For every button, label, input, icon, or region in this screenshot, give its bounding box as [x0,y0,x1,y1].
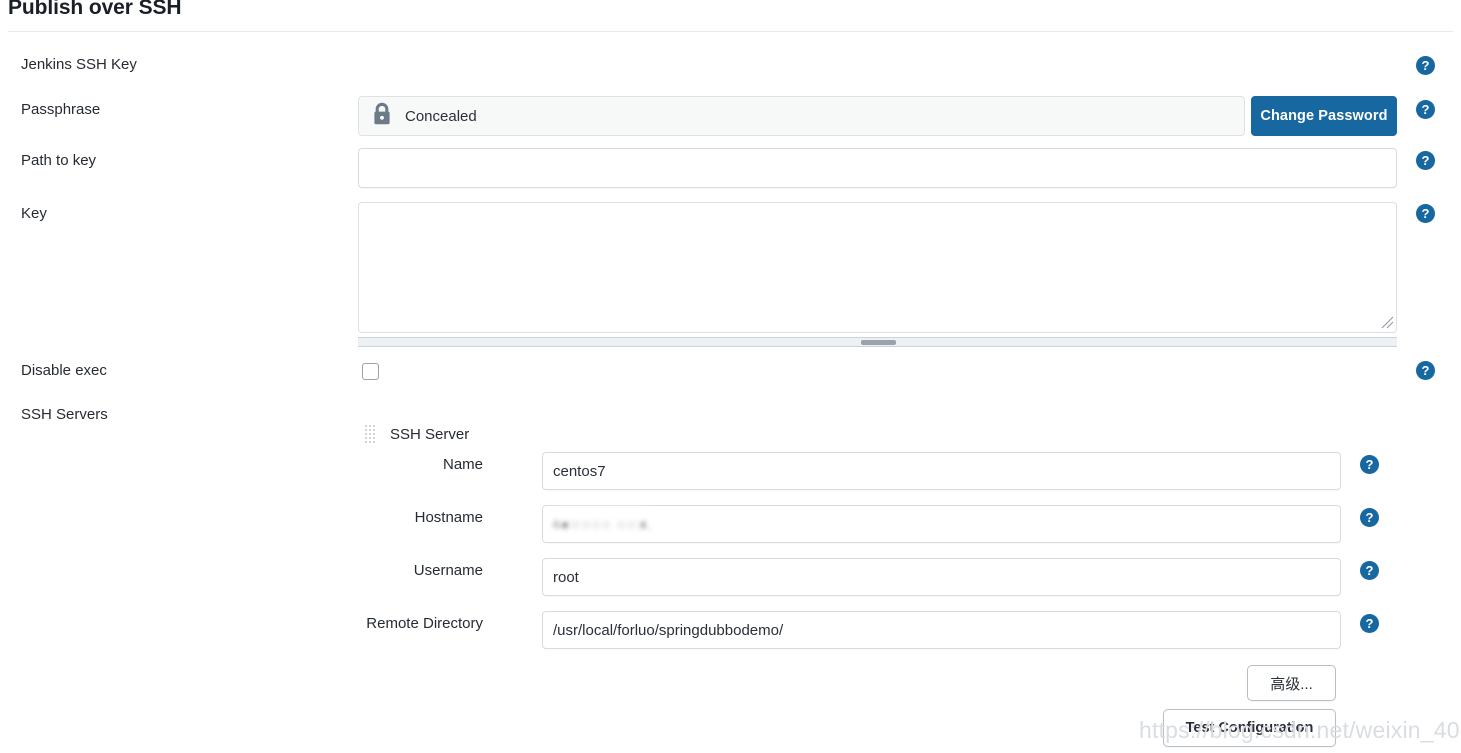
help-icon-ssh-server-username[interactable]: ? [1360,561,1379,580]
redaction-mask-bottom [568,518,642,534]
page-title: Publish over SSH [8,0,182,19]
label-ssh-servers: SSH Servers [21,406,108,423]
label-jenkins-ssh-key: Jenkins SSH Key [21,56,137,73]
svg-text:?: ? [1422,58,1430,73]
key-scrollbar-thumb[interactable] [861,340,896,345]
help-icon-ssh-server-remote-directory[interactable]: ? [1360,614,1379,633]
svg-text:?: ? [1366,457,1374,472]
key-textarea[interactable] [358,202,1397,333]
test-configuration-button[interactable]: Test Configuration [1163,709,1336,747]
help-icon-ssh-server-hostname[interactable]: ? [1360,508,1379,527]
label-disable-exec: Disable exec [21,362,107,379]
svg-text:?: ? [1366,510,1374,525]
label-ssh-server-hostname: Hostname [414,509,483,526]
ssh-server-hostname-input[interactable] [542,505,1341,543]
help-icon-path-to-key[interactable]: ? [1416,151,1435,170]
label-ssh-server-username: Username [413,562,483,579]
label-ssh-server-name: Name [442,456,483,473]
ssh-server-name-input[interactable] [542,452,1341,490]
path-to-key-input[interactable] [358,148,1397,188]
svg-text:?: ? [1422,102,1430,117]
svg-text:?: ? [1422,153,1430,168]
change-password-button[interactable]: Change Password [1251,96,1397,136]
ssh-server-remote-directory-input[interactable] [542,611,1341,649]
drag-grip-icon[interactable] [364,424,379,451]
disable-exec-checkbox[interactable] [362,363,379,380]
label-key: Key [21,205,47,222]
help-icon-passphrase[interactable]: ? [1416,100,1435,119]
passphrase-value: Concealed [405,107,477,125]
help-icon-key[interactable]: ? [1416,204,1435,223]
label-passphrase: Passphrase [21,101,101,118]
advanced-button[interactable]: 高级... [1247,665,1336,701]
help-icon-jenkins-ssh-key[interactable]: ? [1416,56,1435,75]
passphrase-concealed-field[interactable]: Concealed [358,96,1245,136]
svg-text:?: ? [1422,206,1430,221]
ssh-server-block-title: SSH Server [390,426,470,443]
label-path-to-key: Path to key [21,152,97,169]
svg-text:?: ? [1366,563,1374,578]
svg-text:?: ? [1422,363,1430,378]
lock-icon [371,102,393,131]
help-icon-disable-exec[interactable]: ? [1416,361,1435,380]
title-divider [8,31,1453,32]
label-ssh-server-remote-directory: Remote Directory [366,615,483,632]
help-icon-ssh-server-name[interactable]: ? [1360,455,1379,474]
svg-text:?: ? [1366,616,1374,631]
key-horizontal-scrollbar[interactable] [358,337,1397,347]
ssh-server-username-input[interactable] [542,558,1341,596]
